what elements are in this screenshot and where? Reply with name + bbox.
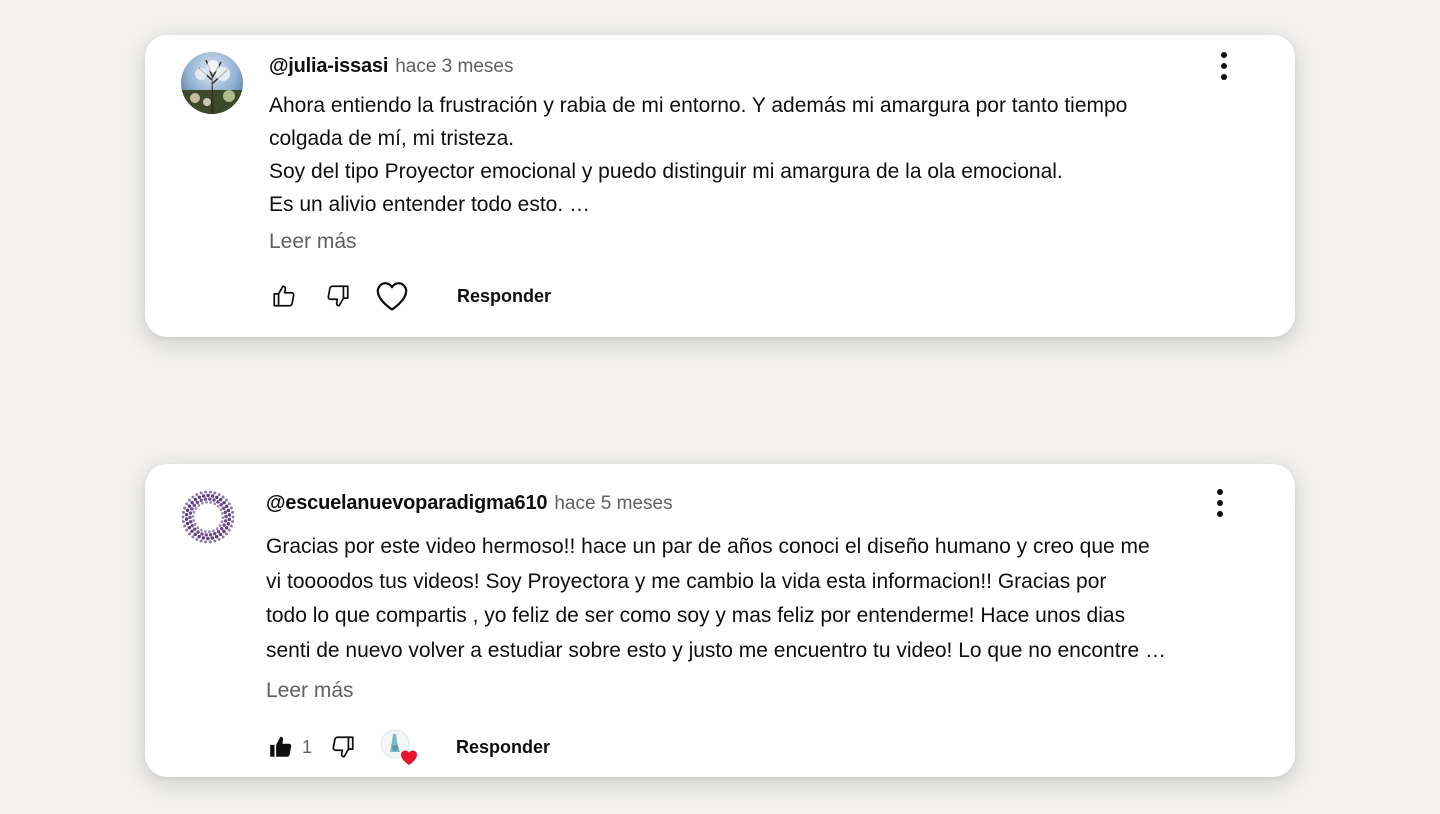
thumbs-up-filled-icon[interactable] <box>264 730 298 764</box>
creator-heart-icon[interactable] <box>380 728 420 766</box>
thumbs-up-icon[interactable] <box>267 279 301 313</box>
comment-line: todo lo que compartis , yo feliz de ser … <box>266 604 1126 627</box>
more-actions-icon[interactable] <box>1212 49 1236 83</box>
comment-line: Ahora entiendo la frustración y rabia de… <box>269 94 1128 117</box>
comment-line: Soy del tipo Proyector emocional y puedo… <box>269 160 1063 183</box>
comment-line: colgada de mí, mi tristeza. <box>269 127 515 150</box>
heart-outline-icon[interactable] <box>375 279 409 313</box>
like-count: 1 <box>302 736 313 757</box>
comment-card: @escuelanuevoparadigma610 hace 5 meses G… <box>145 464 1295 777</box>
comment-line: vi toooodos tus videos! Soy Proyectora y… <box>266 569 1107 593</box>
comment-line: Es un alivio entender todo esto. … <box>269 193 591 216</box>
avatar[interactable] <box>179 488 237 546</box>
comment-text: Gracias por este video hermoso!! hace un… <box>266 530 1166 668</box>
author-handle[interactable]: @julia-issasi <box>269 55 388 78</box>
comment-header: @julia-issasi hace 3 meses <box>269 55 513 78</box>
reply-button[interactable]: Responder <box>457 286 551 307</box>
comment-line: Gracias por este video hermoso!! hace un… <box>266 535 1150 558</box>
author-handle[interactable]: @escuelanuevoparadigma610 <box>266 492 548 515</box>
comment-card: @julia-issasi hace 3 meses Ahora entiend… <box>145 35 1295 337</box>
comment-time[interactable]: hace 3 meses <box>395 56 513 78</box>
avatar[interactable] <box>181 52 243 114</box>
read-more-link[interactable]: Leer más <box>266 679 354 703</box>
thumbs-down-icon[interactable] <box>326 730 360 764</box>
comment-actions: Responder <box>267 279 551 313</box>
comment-text: Ahora entiendo la frustración y rabia de… <box>269 89 1127 221</box>
more-actions-icon[interactable] <box>1208 486 1232 520</box>
comment-header: @escuelanuevoparadigma610 hace 5 meses <box>266 492 673 515</box>
thumbs-down-icon[interactable] <box>321 279 355 313</box>
comment-time[interactable]: hace 5 meses <box>554 493 672 515</box>
comment-actions: 1 Responder <box>264 728 550 766</box>
reply-button[interactable]: Responder <box>456 737 550 758</box>
comment-line: senti de nuevo volver a estudiar sobre e… <box>266 638 1167 662</box>
read-more-link[interactable]: Leer más <box>269 230 357 254</box>
